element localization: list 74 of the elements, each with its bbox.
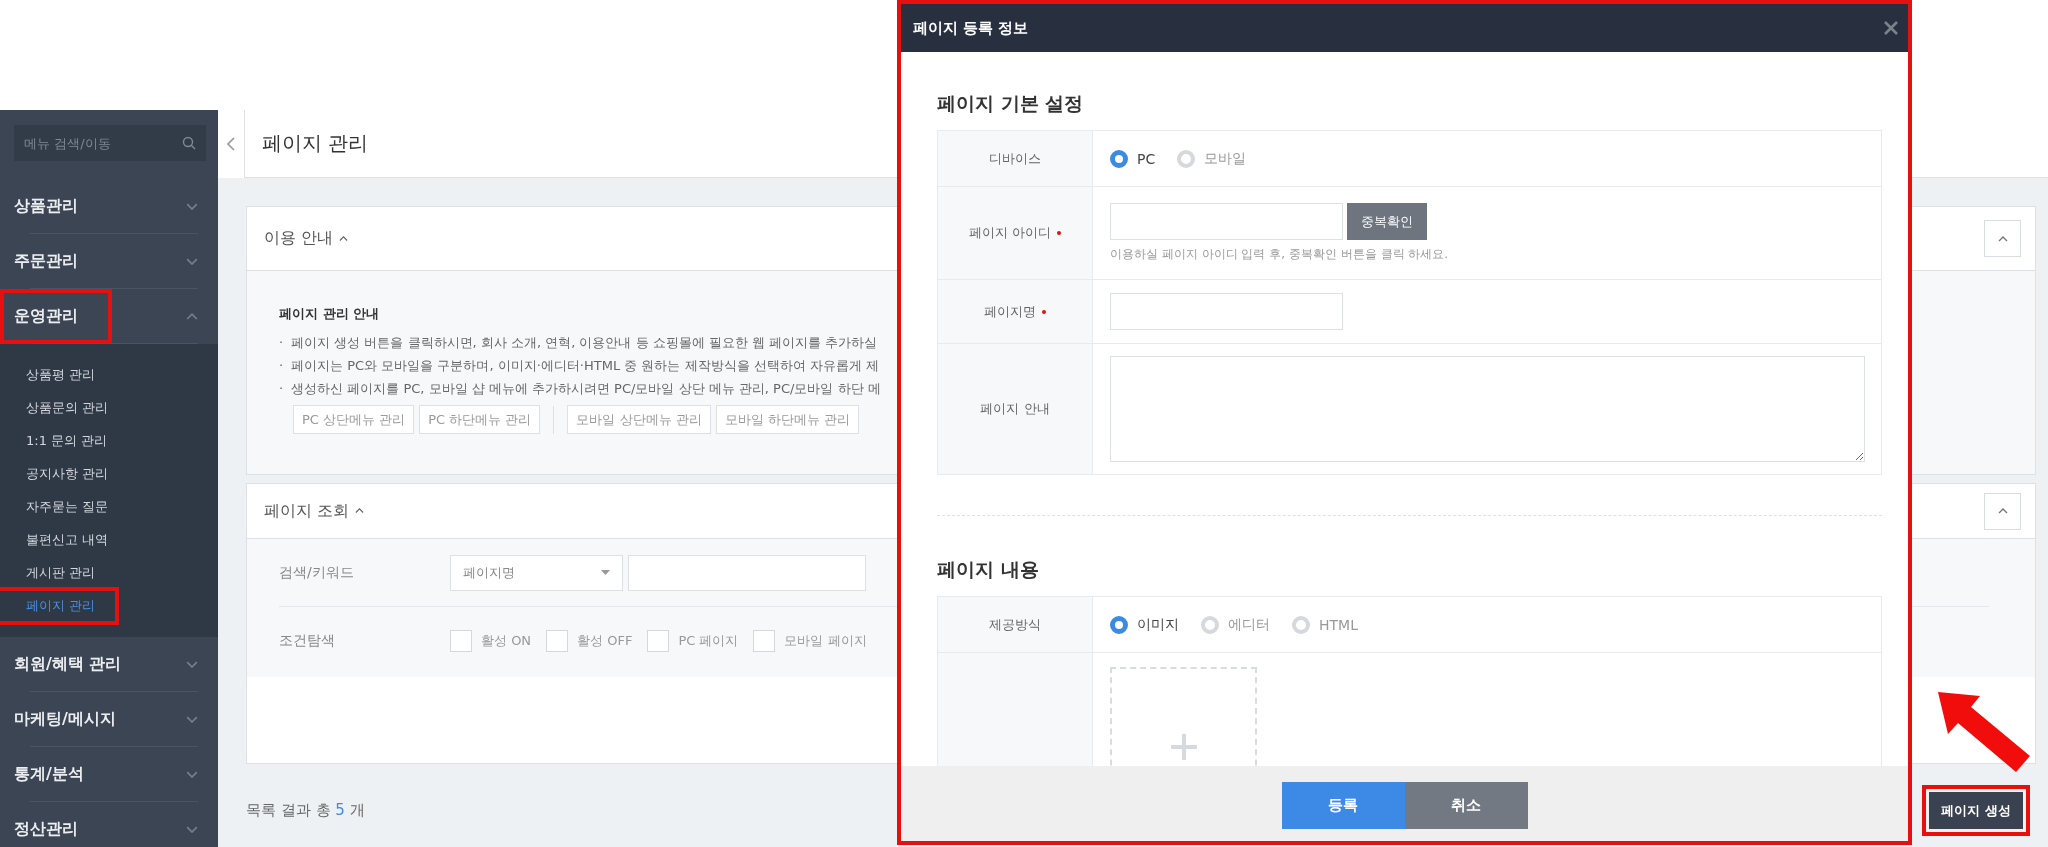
sidebar-menu-item[interactable]: 회원/혜택 관리 [0, 637, 198, 692]
dialog-title: 페이지 등록 정보 [913, 18, 1029, 38]
caret-icon [339, 235, 349, 242]
menu-label: 주문관리 [13, 250, 79, 272]
cancel-button[interactable]: 취소 [1404, 782, 1528, 829]
checkbox[interactable] [647, 630, 670, 652]
radio-button[interactable] [1110, 615, 1128, 634]
field-label: 검색/키워드 [279, 563, 355, 582]
arrow-icon [1936, 690, 2032, 774]
plus-icon [1168, 732, 1199, 762]
panel-title: 페이지 조회 [264, 500, 350, 522]
guide-text: 페이지는 PC와 모바일을 구분하며, 이미지·에디터·HTML 중 원하는 제작방식을 선택하여 자유롭게 제 [291, 357, 879, 375]
keyword-field[interactable] [628, 554, 866, 591]
field-label: 조건탐색 [279, 632, 336, 650]
guide-text: 생성하신 페이지를 PC, 모바일 샵 메뉴에 추가하시려면 PC/모바일 상단 메뉴 관리, PC/모바일 하단 메 [291, 380, 881, 398]
close-icon [1884, 21, 1898, 35]
checkbox-label: 모바일 페이지 [784, 632, 867, 650]
bullet-mark: · [279, 334, 284, 352]
create-page-button[interactable]: 페이지 생성 [1929, 792, 2023, 829]
keyword-select[interactable]: 페이지명 [450, 554, 623, 591]
dropdown-arrow-icon [601, 570, 610, 575]
help-text: 이용하실 페이지 아이디 입력 후, 중복확인 버튼을 클릭 하세요. [1110, 246, 1450, 263]
bullet-mark: · [279, 357, 284, 375]
sidebar-menu-item[interactable]: 주문관리 [0, 234, 198, 289]
field-label: 페이지 아이디 [968, 224, 1052, 242]
panel-title: 이용 안내 [264, 228, 334, 249]
sidebar-menu-item[interactable]: 운영관리 [0, 289, 198, 344]
collapse-button[interactable] [1984, 220, 2021, 257]
field-label: 제공방식 [989, 615, 1041, 634]
radio-label: 모바일 [1204, 149, 1247, 168]
checkbox-label: PC 페이지 [678, 632, 739, 650]
duplicate-check-button[interactable]: 중복확인 [1347, 203, 1427, 240]
menu-label: 상품관리 [13, 195, 79, 217]
guide-heading: 페이지 관리 안내 [279, 305, 380, 323]
radio-label: HTML [1319, 616, 1358, 633]
chevron-left-icon [227, 136, 235, 151]
page-title: 페이지 관리 [262, 130, 369, 157]
page-description-field[interactable] [1110, 356, 1865, 462]
close-button[interactable] [1884, 21, 1898, 35]
result-count: 목록 결과 총 5 개 [246, 801, 365, 820]
bullet-mark: · [279, 380, 284, 398]
collapse-button[interactable] [1984, 492, 2021, 530]
sidebar-menu-item[interactable]: 통계/분석 [0, 747, 198, 802]
submit-button[interactable]: 등록 [1281, 782, 1405, 829]
field-label: 페이지 안내 [980, 400, 1050, 418]
caret-icon [355, 508, 365, 514]
menu-label: 회원/혜택 관리 [13, 653, 123, 675]
chevron-icon [1997, 508, 2008, 514]
radio-label: 이미지 [1137, 615, 1179, 634]
checkbox[interactable] [546, 630, 569, 652]
guide-text: 페이지 생성 버튼을 클릭하시면, 회사 소개, 연혁, 이용안내 등 쇼핑몰에 필요한 웹 페이지를 추가하실 [291, 334, 878, 352]
chevron-icon [1997, 235, 2008, 242]
menu-label: 마케팅/메시지 [13, 708, 117, 730]
checkbox-label: 활성 OFF [577, 632, 633, 650]
menu-label: 정산관리 [13, 818, 79, 840]
menu-search-field[interactable]: 메뉴 검색/이동 [14, 125, 206, 161]
page-id-field[interactable] [1110, 203, 1343, 240]
page-name-field[interactable] [1110, 293, 1343, 330]
checkbox-label: 활성 ON [481, 632, 532, 650]
sidebar-menu-item[interactable]: 마케팅/메시지 [0, 692, 198, 747]
field-label: 페이지명 [984, 302, 1036, 321]
back-button[interactable] [218, 109, 245, 178]
search-icon [182, 136, 196, 150]
radio-label: 에디터 [1228, 615, 1270, 634]
radio-label: PC [1137, 150, 1156, 167]
section-title: 페이지 기본 설정 [937, 91, 1085, 116]
radio-button[interactable] [1110, 149, 1128, 168]
checkbox[interactable] [753, 630, 776, 652]
sidebar-menu-item[interactable]: 상품관리 [0, 179, 198, 234]
menu-label: 통계/분석 [13, 763, 85, 785]
submenu-item[interactable]: 페이지 관리 [0, 586, 120, 625]
field-label: 디바이스 [989, 149, 1041, 168]
section-title: 페이지 내용 [937, 557, 1040, 582]
checkbox[interactable] [450, 630, 472, 652]
